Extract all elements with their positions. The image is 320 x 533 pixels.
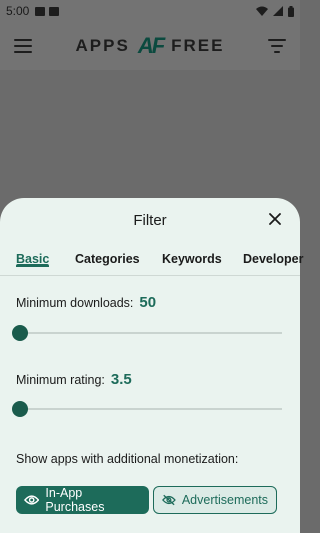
status-notification-icons bbox=[35, 6, 60, 16]
close-icon bbox=[269, 213, 281, 225]
slider-thumb[interactable] bbox=[12, 325, 28, 341]
sheet-title: Filter bbox=[133, 211, 167, 229]
close-button[interactable] bbox=[266, 210, 284, 228]
min-downloads-value: 50 bbox=[139, 294, 157, 311]
logo-text-apps: APPS bbox=[75, 36, 130, 55]
monetization-label: Show apps with additional monetization: bbox=[16, 452, 239, 466]
sheet-header: Filter bbox=[0, 198, 300, 242]
status-bar: 5:00 bbox=[0, 0, 300, 22]
menu-icon[interactable] bbox=[14, 39, 32, 53]
notification-icon bbox=[35, 6, 46, 16]
min-downloads-label: Minimum downloads: bbox=[16, 296, 134, 310]
app-bar: APPS AF FREE bbox=[0, 22, 300, 70]
tab-developer[interactable]: Developer bbox=[243, 242, 303, 266]
tab-keywords[interactable]: Keywords bbox=[162, 242, 222, 266]
slider-track bbox=[18, 332, 282, 334]
in-app-purchases-label: In-App Purchases bbox=[45, 486, 105, 514]
tab-categories[interactable]: Categories bbox=[75, 242, 140, 266]
battery-icon bbox=[288, 5, 294, 17]
advertisements-label: Advertisements bbox=[181, 493, 268, 507]
signal-icon bbox=[273, 6, 283, 16]
app-logo: APPS AF FREE bbox=[32, 33, 268, 59]
advertisements-chip[interactable]: Advertisements bbox=[153, 486, 277, 514]
min-rating-label: Minimum rating: bbox=[16, 373, 105, 387]
tab-basic[interactable]: Basic bbox=[16, 242, 50, 267]
filter-bottom-sheet: Filter Basic Categories Keywords Develop… bbox=[0, 198, 303, 533]
in-app-purchases-chip[interactable]: In-App Purchases bbox=[16, 486, 149, 514]
status-time: 5:00 bbox=[6, 4, 30, 18]
status-system-icons bbox=[256, 5, 294, 17]
eye-icon bbox=[24, 495, 40, 505]
logo-text-free: FREE bbox=[171, 36, 225, 55]
min-rating-row: Minimum rating: 3.5 bbox=[16, 371, 132, 388]
min-downloads-slider[interactable] bbox=[12, 325, 282, 341]
filter-icon[interactable] bbox=[268, 39, 286, 53]
slider-thumb[interactable] bbox=[12, 401, 28, 417]
min-rating-value: 3.5 bbox=[110, 371, 132, 388]
notification-icon bbox=[49, 6, 60, 16]
eye-off-icon bbox=[162, 494, 176, 506]
min-rating-slider[interactable] bbox=[12, 401, 282, 417]
logo-mark: AF bbox=[137, 33, 165, 58]
min-downloads-row: Minimum downloads: 50 bbox=[16, 294, 156, 311]
wifi-icon bbox=[256, 6, 268, 16]
slider-track bbox=[18, 408, 282, 410]
filter-tabs: Basic Categories Keywords Developer bbox=[0, 242, 303, 276]
